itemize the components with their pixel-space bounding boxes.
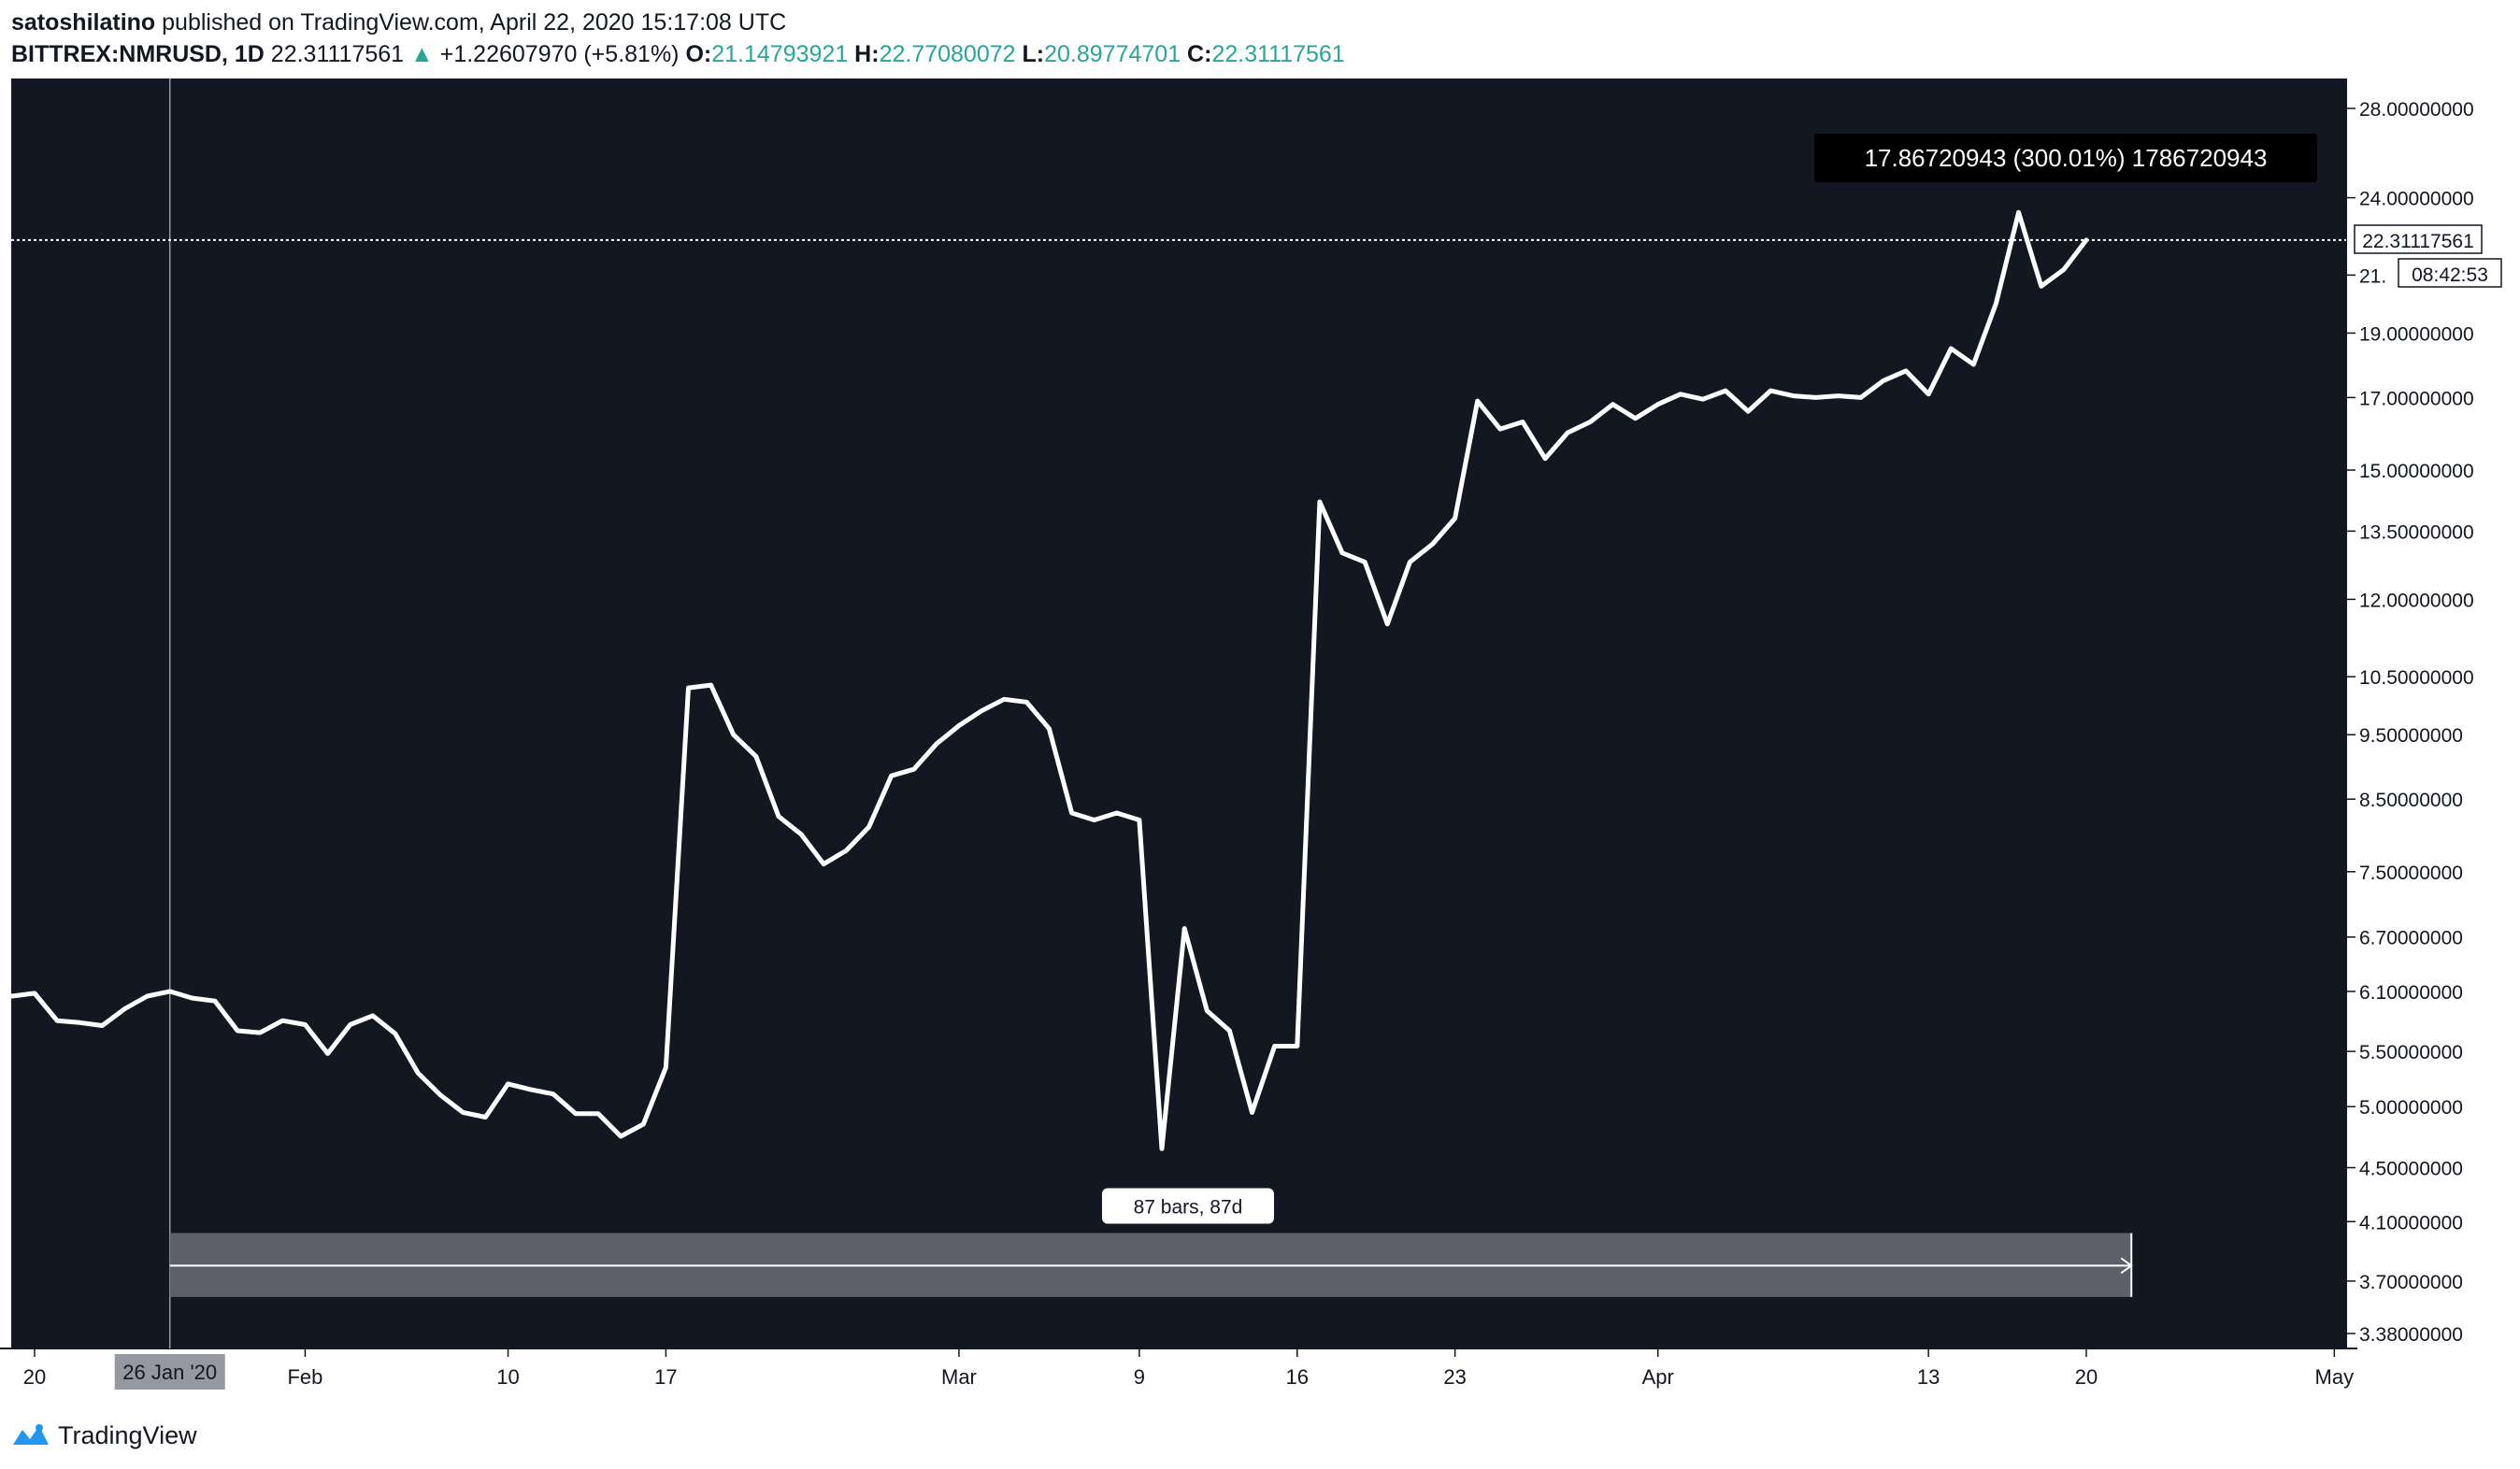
time-tick-label: Feb: [287, 1365, 322, 1389]
price-range-label: 17.86720943 (300.01%) 1786720943: [1865, 144, 2268, 172]
bars-count-label: 87 bars, 87d: [1134, 1196, 1243, 1218]
tradingview-logo-icon: [13, 1424, 49, 1445]
price-chart[interactable]: 28.00000000 24.00000000 21. 19.00000000 17.0…: [0, 0, 2520, 1469]
time-tick-label: 13: [1917, 1365, 1940, 1389]
price-range-tooltip: 17.86720943 (300.01%) 1786720943: [1814, 134, 2317, 182]
time-tick-label: 17: [654, 1365, 677, 1389]
price-tick-label: 8.50000000: [2359, 790, 2463, 811]
countdown-tag: 08:42:53: [2398, 258, 2502, 288]
price-tick-label: 24.00000000: [2359, 189, 2474, 210]
tradingview-brand[interactable]: TradingView: [11, 1417, 197, 1454]
time-tick-label: 10: [496, 1365, 519, 1389]
price-tick-label: 6.10000000: [2359, 982, 2463, 1004]
time-tick-label: May: [2315, 1365, 2355, 1389]
crosshair-date-label: 26 Jan '20: [122, 1361, 217, 1384]
crosshair-date-tag: 26 Jan '20: [114, 1354, 225, 1390]
price-tick-label: 5.50000000: [2359, 1042, 2463, 1063]
price-tick-label: 19.00000000: [2359, 323, 2474, 345]
time-tick-label: 16: [1286, 1365, 1309, 1389]
measure-tool[interactable]: [169, 1233, 2133, 1297]
price-tick-label: 21.: [2359, 265, 2386, 287]
time-tick-label: 20: [2075, 1365, 2098, 1389]
time-tick-label: Mar: [941, 1365, 977, 1389]
price-tick-label: 3.70000000: [2359, 1272, 2463, 1293]
brand-name: TradingView: [58, 1420, 197, 1449]
time-tick-label: Apr: [1642, 1365, 1674, 1389]
countdown-label: 08:42:53: [2412, 264, 2488, 286]
time-axis[interactable]: 20 Feb 10 17 Mar 9 16 23 Apr 13 20 May: [23, 1348, 2354, 1389]
last-price-tag-label: 22.31117561: [2362, 231, 2474, 252]
price-tick-label: 13.50000000: [2359, 521, 2474, 543]
price-tick-label: 4.10000000: [2359, 1212, 2463, 1234]
price-tick-label: 15.00000000: [2359, 461, 2474, 482]
last-price-tag: 22.31117561: [2354, 224, 2483, 254]
price-tick-label: 9.50000000: [2359, 725, 2463, 747]
time-tick-label: 9: [1134, 1365, 1145, 1389]
price-tick-label: 7.50000000: [2359, 863, 2463, 884]
price-tick-label: 17.00000000: [2359, 388, 2474, 409]
bars-count-badge: 87 bars, 87d: [1101, 1188, 1274, 1224]
price-tick-label: 28.00000000: [2359, 99, 2474, 121]
price-tick-label: 5.00000000: [2359, 1097, 2463, 1119]
price-tick-label: 6.70000000: [2359, 928, 2463, 949]
price-tick-label: 3.38000000: [2359, 1324, 2463, 1346]
time-tick-label: 23: [1443, 1365, 1466, 1389]
price-tick-label: 4.50000000: [2359, 1159, 2463, 1180]
chart-pane[interactable]: [11, 78, 2346, 1348]
price-tick-label: 10.50000000: [2359, 667, 2474, 689]
time-tick-label: 20: [23, 1365, 46, 1389]
price-tick-label: 12.00000000: [2359, 590, 2474, 611]
